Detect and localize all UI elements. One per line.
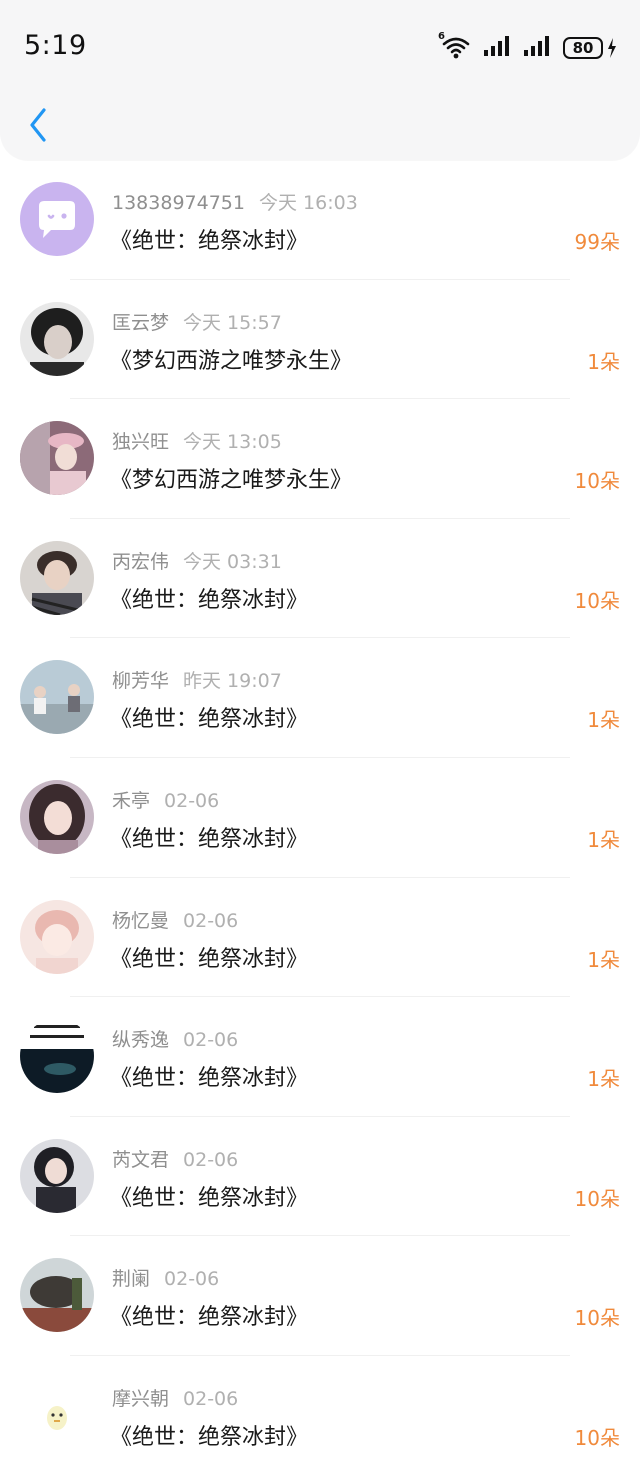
status-icons: 6 80 — [438, 31, 618, 63]
flower-count: 1朵 — [587, 708, 620, 733]
user-name: 杨忆曼 — [112, 909, 170, 932]
wifi-icon: 6 — [438, 31, 471, 61]
avatar — [20, 779, 94, 854]
list-item[interactable]: 禾亭 02-06 《绝世：绝祭冰封》 1朵 — [0, 758, 640, 878]
item-meta: 摩兴朝 02-06 — [112, 1384, 238, 1411]
status-time: 5:19 — [24, 30, 87, 61]
item-date: 02-06 — [164, 789, 220, 812]
item-date: 02-06 — [183, 909, 239, 932]
book-title: 《绝世：绝祭冰封》 — [110, 826, 309, 852]
book-title: 《绝世：绝祭冰封》 — [110, 229, 309, 254]
book-title: 《梦幻西游之唯梦永生》 — [110, 468, 353, 494]
item-meta: 13838974751 今天 16:03 — [112, 188, 358, 215]
item-meta: 纵秀逸 02-06 — [112, 1025, 238, 1052]
item-date: 今天 16:03 — [258, 192, 358, 214]
user-name: 摩兴朝 — [112, 1387, 170, 1410]
battery-indicator: 80 — [563, 37, 618, 59]
item-meta: 芮文君 02-06 — [112, 1145, 238, 1172]
item-date: 02-06 — [183, 1029, 239, 1052]
flower-count: 10朵 — [574, 469, 620, 494]
user-name: 禾亭 — [112, 789, 151, 812]
book-title: 《梦幻西游之唯梦永生》 — [110, 348, 353, 374]
item-meta: 丙宏伟 今天 03:31 — [112, 547, 282, 574]
user-name: 丙宏伟 — [112, 550, 170, 573]
back-button[interactable] — [18, 104, 58, 146]
top-bar: 5:19 6 80 — [0, 0, 640, 160]
chevron-left-icon — [30, 108, 46, 142]
item-meta: 禾亭 02-06 — [112, 786, 219, 813]
avatar — [20, 1138, 94, 1213]
item-date: 昨天 19:07 — [183, 670, 282, 693]
flower-count: 10朵 — [574, 1186, 620, 1211]
item-date: 今天 15:57 — [183, 311, 282, 334]
book-title: 《绝世：绝祭冰封》 — [110, 1305, 309, 1331]
signal-icon-2 — [523, 35, 551, 61]
item-date: 今天 03:31 — [183, 550, 282, 573]
user-name: 匡云梦 — [112, 311, 170, 334]
book-title: 《绝世：绝祭冰封》 — [110, 587, 309, 613]
book-title: 《绝世：绝祭冰封》 — [110, 946, 309, 972]
signal-icon — [483, 35, 511, 61]
flower-count: 10朵 — [574, 1425, 620, 1450]
list-item[interactable]: 柳芳华 昨天 19:07 《绝世：绝祭冰封》 1朵 — [0, 638, 640, 758]
user-name: 柳芳华 — [112, 670, 170, 693]
item-meta: 独兴旺 今天 13:05 — [112, 427, 282, 454]
list-item[interactable]: 13838974751 今天 16:03 《绝世：绝祭冰封》 99朵 — [0, 160, 640, 280]
wifi-badge: 6 — [438, 31, 445, 42]
avatar — [20, 1019, 94, 1094]
book-title: 《绝世：绝祭冰封》 — [110, 707, 309, 733]
list-item[interactable]: 荆阑 02-06 《绝世：绝祭冰封》 10朵 — [0, 1236, 640, 1356]
user-name: 13838974751 — [112, 192, 245, 214]
item-meta: 匡云梦 今天 15:57 — [112, 308, 282, 335]
list-item[interactable]: 杨忆曼 02-06 《绝世：绝祭冰封》 1朵 — [0, 878, 640, 998]
flower-count: 1朵 — [587, 947, 620, 972]
book-title: 《绝世：绝祭冰封》 — [110, 1185, 309, 1211]
list-item[interactable]: 纵秀逸 02-06 《绝世：绝祭冰封》 1朵 — [0, 997, 640, 1117]
avatar — [20, 421, 94, 496]
item-date: 02-06 — [183, 1387, 239, 1410]
flower-count: 1朵 — [587, 827, 620, 852]
item-meta: 柳芳华 昨天 19:07 — [112, 666, 282, 693]
flower-count: 10朵 — [574, 588, 620, 613]
flower-count: 99朵 — [574, 230, 620, 254]
user-name: 芮文君 — [112, 1148, 170, 1171]
list-item[interactable]: 摩兴朝 02-06 《绝世：绝祭冰封》 10朵 — [0, 1356, 640, 1476]
list-item[interactable]: 匡云梦 今天 15:57 《梦幻西游之唯梦永生》 1朵 — [0, 280, 640, 400]
item-date: 今天 13:05 — [183, 431, 282, 454]
avatar — [20, 301, 94, 376]
flower-count: 10朵 — [574, 1306, 620, 1331]
book-title: 《绝世：绝祭冰封》 — [110, 1424, 309, 1450]
gift-record-list: 13838974751 今天 16:03 《绝世：绝祭冰封》 99朵 匡云梦 今天 … — [0, 160, 640, 1476]
user-name: 独兴旺 — [112, 431, 170, 454]
user-name: 纵秀逸 — [112, 1029, 170, 1052]
battery-level: 80 — [563, 37, 603, 59]
item-meta: 杨忆曼 02-06 — [112, 906, 238, 933]
list-item[interactable]: 独兴旺 今天 13:05 《梦幻西游之唯梦永生》 10朵 — [0, 399, 640, 519]
item-date: 02-06 — [164, 1268, 220, 1291]
book-title: 《绝世：绝祭冰封》 — [110, 1066, 309, 1092]
flower-count: 1朵 — [587, 349, 620, 374]
list-item[interactable]: 丙宏伟 今天 03:31 《绝世：绝祭冰封》 10朵 — [0, 519, 640, 639]
flower-count: 1朵 — [587, 1067, 620, 1092]
item-date: 02-06 — [183, 1148, 239, 1171]
user-name: 荆阑 — [112, 1268, 151, 1291]
avatar — [20, 1377, 94, 1452]
charging-icon — [608, 38, 616, 58]
status-bar: 5:19 6 80 — [0, 0, 640, 92]
avatar — [20, 660, 94, 735]
item-meta: 荆阑 02-06 — [112, 1264, 219, 1291]
avatar — [20, 1258, 94, 1333]
avatar — [20, 540, 94, 615]
list-item[interactable]: 芮文君 02-06 《绝世：绝祭冰封》 10朵 — [0, 1117, 640, 1237]
avatar — [20, 899, 94, 974]
avatar — [20, 182, 94, 256]
